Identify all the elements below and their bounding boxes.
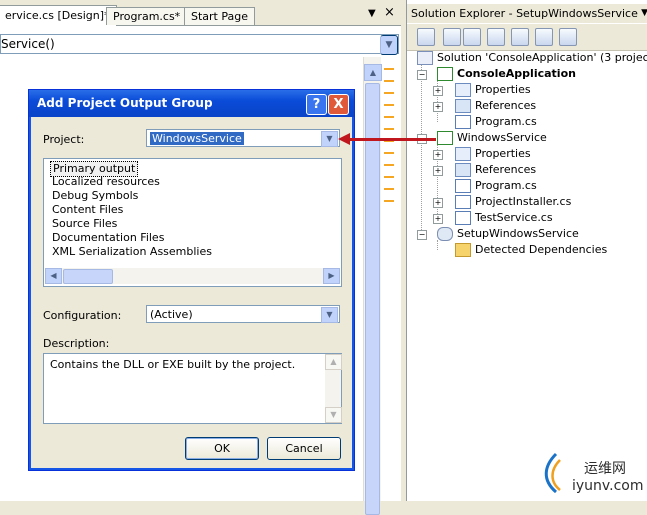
launch-conditions-editor-icon[interactable] <box>559 28 577 46</box>
cancel-button[interactable]: Cancel <box>267 437 341 460</box>
tab-service-design[interactable]: ervice.cs [Design]* <box>0 5 117 26</box>
list-horizontal-scrollbar[interactable]: ◀ ▶ <box>45 268 340 284</box>
description-scrollbar: ▲ ▼ <box>325 354 342 423</box>
expand-icon[interactable]: + <box>433 198 443 208</box>
component-file-icon <box>455 195 471 209</box>
list-item[interactable]: Content Files <box>50 203 125 217</box>
chevron-down-icon[interactable]: ▼ <box>641 4 647 23</box>
ok-button[interactable]: OK <box>185 437 259 460</box>
scroll-right-icon[interactable]: ▶ <box>323 268 340 284</box>
output-group-list[interactable]: Primary output Localized resources Debug… <box>43 158 342 287</box>
add-project-output-group-dialog: Add Project Output Group ? X Project: Wi… <box>28 89 355 471</box>
properties-folder-icon <box>455 83 471 97</box>
member-combo-value: Service() <box>1 37 55 51</box>
configuration-label: Configuration: <box>43 309 122 322</box>
description-text: Contains the DLL or EXE built by the pro… <box>50 358 296 371</box>
editor-vertical-scrollbar[interactable]: ▲ <box>363 57 382 515</box>
watermark: 运维网 iyunv.com <box>536 450 646 500</box>
solution-explorer-title-text: Solution Explorer - SetupWindowsService <box>411 7 638 20</box>
close-icon[interactable]: X <box>328 94 349 115</box>
user-interface-editor-icon[interactable] <box>511 28 529 46</box>
description-label: Description: <box>43 337 110 350</box>
scroll-up-icon: ▲ <box>325 354 342 370</box>
chevron-down-icon[interactable]: ▼ <box>380 35 398 55</box>
tree-item-properties[interactable]: Properties <box>455 146 531 162</box>
tree-item-references[interactable]: References <box>455 162 536 178</box>
scroll-thumb[interactable] <box>63 269 113 284</box>
configuration-select[interactable]: (Active) ▼ <box>146 305 340 323</box>
chevron-down-icon[interactable]: ▼ <box>321 307 338 323</box>
expand-icon[interactable]: + <box>433 86 443 96</box>
annotation-arrow <box>348 138 436 141</box>
tree-item-program-cs[interactable]: Program.cs <box>455 178 537 194</box>
tree-item-references[interactable]: References <box>455 98 536 114</box>
scroll-down-icon: ▼ <box>325 407 342 423</box>
collapse-icon[interactable]: − <box>417 70 427 80</box>
expand-icon[interactable]: + <box>433 214 443 224</box>
custom-actions-editor-icon[interactable] <box>535 28 553 46</box>
csharp-project-icon <box>437 131 453 145</box>
dialog-title: Add Project Output Group <box>37 96 213 110</box>
change-markers <box>384 58 394 208</box>
expand-icon[interactable]: + <box>433 150 443 160</box>
csharp-file-icon <box>455 179 471 193</box>
chevron-down-icon[interactable]: ▼ <box>321 131 338 147</box>
dialog-title-bar: Add Project Output Group ? X <box>29 90 354 117</box>
expand-icon[interactable]: + <box>433 166 443 176</box>
tree-item-testservice-cs[interactable]: TestService.cs <box>455 210 553 226</box>
tab-program-cs[interactable]: Program.cs* <box>106 7 188 25</box>
expand-icon[interactable]: + <box>433 102 443 112</box>
list-item[interactable]: Source Files <box>50 217 119 231</box>
scroll-thumb[interactable] <box>365 83 380 515</box>
annotation-arrow-head <box>338 133 350 145</box>
component-file-icon <box>455 211 471 225</box>
project-label: Project: <box>43 133 85 146</box>
solution-explorer: Solution Explorer - SetupWindowsService … <box>406 0 647 501</box>
registry-editor-icon[interactable] <box>463 28 481 46</box>
tree-item-program-cs[interactable]: Program.cs <box>455 114 537 130</box>
references-icon <box>455 163 471 177</box>
description-box: Contains the DLL or EXE built by the pro… <box>43 353 342 424</box>
project-select[interactable]: WindowsService ▼ <box>146 129 340 147</box>
list-item[interactable]: Documentation Files <box>50 231 166 245</box>
csharp-project-icon <box>437 67 453 81</box>
csharp-file-icon <box>455 115 471 129</box>
file-types-editor-icon[interactable] <box>487 28 505 46</box>
tab-dropdown-icon[interactable]: ▼ <box>368 8 376 19</box>
properties-folder-icon <box>455 147 471 161</box>
watermark-en: iyunv.com <box>572 478 644 494</box>
references-icon <box>455 99 471 113</box>
scroll-up-icon[interactable]: ▲ <box>364 64 382 81</box>
tree-item-projectinstaller-cs[interactable]: ProjectInstaller.cs <box>455 194 571 210</box>
document-tab-bar: ervice.cs [Design]* Program.cs* Start Pa… <box>0 0 401 26</box>
file-system-editor-icon[interactable] <box>443 28 461 46</box>
setup-project-icon <box>437 227 453 241</box>
list-item[interactable]: Localized resources <box>50 175 162 189</box>
tab-start-page[interactable]: Start Page <box>184 7 255 25</box>
tree-item-properties[interactable]: Properties <box>455 82 531 98</box>
scroll-left-icon[interactable]: ◀ <box>45 268 62 284</box>
project-node-setupwindowsservice[interactable]: SetupWindowsService <box>437 226 579 242</box>
collapse-icon[interactable]: − <box>417 230 427 240</box>
list-item[interactable]: XML Serialization Assemblies <box>50 245 214 259</box>
properties-icon[interactable] <box>417 28 435 46</box>
list-item[interactable]: Debug Symbols <box>50 189 140 203</box>
close-tab-icon[interactable]: × <box>384 5 395 20</box>
tree-item-detected-dependencies[interactable]: Detected Dependencies <box>455 242 607 258</box>
solution-explorer-toolbar <box>407 24 647 51</box>
project-node-consoleapplication[interactable]: ConsoleApplication <box>437 66 576 82</box>
project-node-windowsservice[interactable]: WindowsService <box>437 130 547 146</box>
watermark-logo-icon <box>544 452 561 494</box>
solution-explorer-title: Solution Explorer - SetupWindowsService … <box>407 4 647 23</box>
folder-icon <box>455 243 471 257</box>
solution-icon <box>417 51 433 65</box>
member-combo[interactable]: Service() ▼ <box>0 34 399 55</box>
watermark-cn: 运维网 <box>584 461 626 477</box>
help-icon[interactable]: ? <box>306 94 327 115</box>
configuration-select-value: (Active) <box>150 308 193 321</box>
project-select-value: WindowsService <box>150 132 244 145</box>
solution-node[interactable]: Solution 'ConsoleApplication' (3 project… <box>417 50 647 66</box>
